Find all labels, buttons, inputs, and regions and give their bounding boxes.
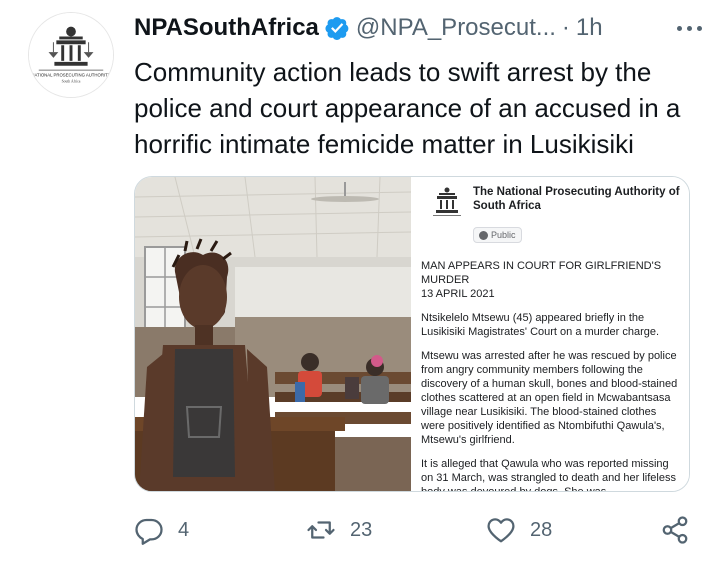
doc-paragraph: It is alleged that Qawula who was report… <box>421 457 676 492</box>
press-release-document: The National Prosecuting Authority of So… <box>411 177 689 492</box>
doc-date: 13 APRIL 2021 <box>421 287 495 300</box>
tweet-actions: 4 23 28 <box>134 510 694 550</box>
doc-header: The National Prosecuting Authority of So… <box>421 185 681 221</box>
avatar[interactable]: NATIONAL PROSECUTING AUTHORITY South Afr… <box>28 12 114 98</box>
like-count: 28 <box>530 518 553 541</box>
avatar-text: NATIONAL PROSECUTING AUTHORITY <box>31 72 110 77</box>
more-dot <box>697 25 702 31</box>
reply-icon <box>135 518 163 545</box>
reply-button[interactable]: 4 <box>134 510 189 550</box>
handle[interactable]: @NPA_Prosecut... <box>356 14 556 42</box>
share-button[interactable] <box>660 510 690 550</box>
verified-badge-icon <box>325 17 349 41</box>
audience-label: Public <box>491 230 516 240</box>
separator-dot: · <box>561 14 570 41</box>
like-button[interactable]: 28 <box>486 510 552 550</box>
doc-body: MAN APPEARS IN COURT FOR GIRLFRIEND'S MU… <box>421 259 681 492</box>
doc-headline: MAN APPEARS IN COURT FOR GIRLFRIEND'S MU… <box>421 259 681 301</box>
more-dot <box>677 25 682 31</box>
npa-logo-icon <box>433 187 461 216</box>
tweet-media[interactable]: The National Prosecuting Authority of So… <box>134 176 690 492</box>
doc-paragraph: Mtsewu was arrested after he was rescued… <box>421 349 678 446</box>
retweet-button[interactable]: 23 <box>306 510 372 550</box>
doc-paragraph: Ntsikelelo Mtsewu (45) appeared briefly … <box>421 311 660 338</box>
audience-badge: Public <box>473 227 522 243</box>
globe-icon <box>479 230 488 240</box>
share-icon <box>662 516 688 544</box>
tweet-header: NPASouthAfrica @NPA_Prosecut... · 1h <box>134 12 603 44</box>
reply-count: 4 <box>178 518 190 541</box>
doc-headline-text: MAN APPEARS IN COURT FOR GIRLFRIEND'S MU… <box>421 259 662 286</box>
courtroom-photo <box>135 177 411 491</box>
tweet-text: Community action leads to swift arrest b… <box>134 57 681 159</box>
retweet-count: 23 <box>350 518 373 541</box>
display-name[interactable]: NPASouthAfrica <box>134 14 319 42</box>
retweet-icon <box>307 521 335 539</box>
timestamp[interactable]: 1h <box>576 14 603 42</box>
avatar-subtext: South Africa <box>62 79 81 83</box>
doc-org-name: The National Prosecuting Authority of So… <box>473 186 680 212</box>
more-options-icon[interactable] <box>677 12 702 44</box>
more-dot <box>687 25 692 31</box>
heart-icon <box>487 518 515 543</box>
npa-logo: NATIONAL PROSECUTING AUTHORITY South Afr… <box>29 13 113 97</box>
